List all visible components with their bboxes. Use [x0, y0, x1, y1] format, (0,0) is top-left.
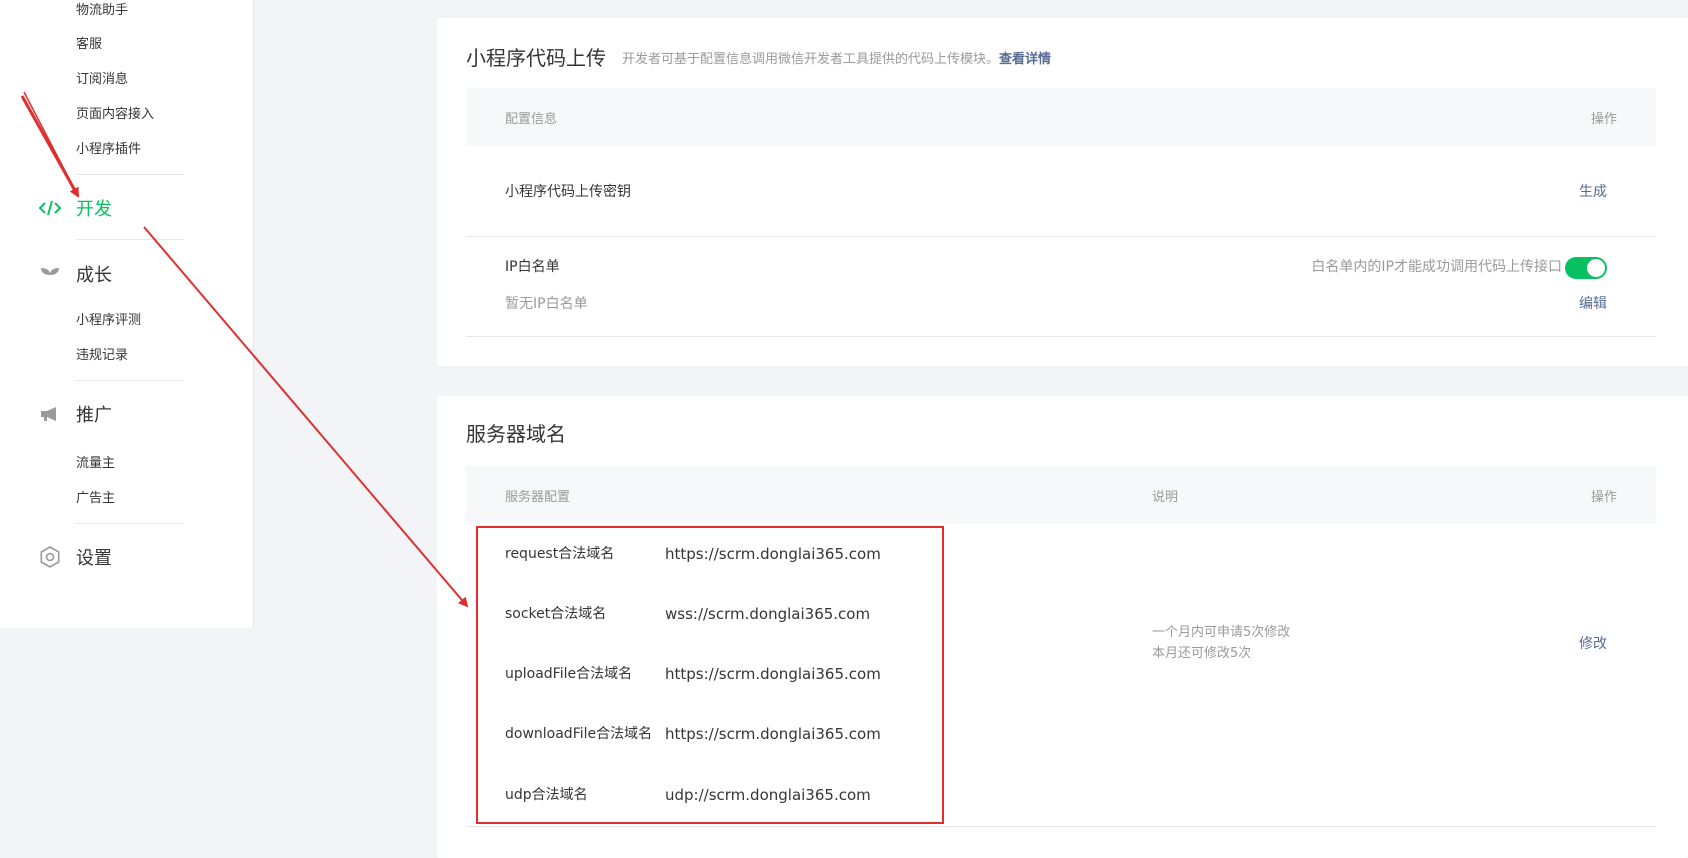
header-action: 操作 — [1590, 112, 1617, 127]
sidebar-section-develop[interactable]: 开发 — [38, 195, 112, 221]
sidebar-item-traffic-owner[interactable]: 流量主 — [76, 455, 115, 473]
header-action: 操作 — [1590, 490, 1617, 505]
row-divider — [466, 236, 1656, 237]
generate-secret-button[interactable]: 生成 — [1579, 183, 1607, 201]
sidebar-item-violation-record[interactable]: 违规记录 — [76, 347, 128, 365]
edit-ip-whitelist-button[interactable]: 编辑 — [1579, 295, 1607, 313]
annotation-highlight-box — [476, 526, 944, 824]
sidebar-item-advertiser[interactable]: 广告主 — [76, 490, 115, 508]
row-divider — [466, 826, 1656, 827]
sidebar-section-settings[interactable]: 设置 — [38, 544, 112, 570]
sidebar-nav: 物流助手 客服 订阅消息 页面内容接入 小程序插件 开发 成长 小程序评测 违规… — [0, 0, 254, 628]
sidebar-item-subscribe-message[interactable]: 订阅消息 — [76, 71, 128, 89]
toggle-knob — [1587, 259, 1605, 277]
code-upload-desc: 开发者可基于配置信息调用微信开发者工具提供的代码上传模块。查看详情 — [622, 48, 1051, 67]
code-upload-desc-text: 开发者可基于配置信息调用微信开发者工具提供的代码上传模块。 — [622, 52, 1000, 67]
sidebar-divider — [76, 380, 184, 381]
sidebar-divider — [76, 523, 184, 524]
upload-secret-label: 小程序代码上传密钥 — [505, 184, 631, 200]
ip-whitelist-empty: 暂无IP白名单 — [505, 296, 588, 312]
server-domain-title: 服务器域名 — [466, 422, 566, 446]
sprout-icon — [38, 262, 62, 286]
code-icon — [38, 196, 62, 220]
sidebar-section-label: 成长 — [76, 265, 112, 286]
sidebar-divider — [76, 174, 184, 175]
sidebar-item-customer-service[interactable]: 客服 — [76, 36, 102, 54]
domain-table-header: 服务器配置 说明 操作 — [466, 466, 1656, 524]
sidebar-item-page-content[interactable]: 页面内容接入 — [76, 106, 154, 124]
header-server-config: 服务器配置 — [505, 490, 571, 505]
sidebar-section-label: 开发 — [76, 199, 112, 220]
sidebar-section-growth[interactable]: 成长 — [38, 261, 112, 287]
code-upload-card: 小程序代码上传 开发者可基于配置信息调用微信开发者工具提供的代码上传模块。查看详… — [437, 18, 1688, 366]
sidebar-item-plugins[interactable]: 小程序插件 — [76, 141, 141, 159]
megaphone-icon — [38, 402, 62, 426]
ip-whitelist-label: IP白名单 — [505, 259, 560, 275]
modify-remaining-note: 本月还可修改5次 — [1152, 646, 1252, 661]
modify-limit-note: 一个月内可申请5次修改 — [1152, 625, 1291, 640]
modify-domain-button[interactable]: 修改 — [1579, 635, 1607, 653]
sidebar-divider — [76, 239, 184, 240]
ip-whitelist-hint: 白名单内的IP才能成功调用代码上传接口 — [1311, 259, 1562, 275]
code-upload-title: 小程序代码上传 — [466, 46, 606, 70]
sidebar-item-logistics[interactable]: 物流助手 — [76, 2, 128, 20]
ip-whitelist-toggle[interactable] — [1565, 257, 1607, 279]
header-config-info: 配置信息 — [505, 112, 558, 127]
config-table-header: 配置信息 操作 — [466, 88, 1656, 146]
sidebar-section-label: 推广 — [76, 405, 112, 426]
sidebar-item-evaluation[interactable]: 小程序评测 — [76, 312, 141, 330]
gear-icon — [38, 545, 62, 569]
view-details-link[interactable]: 查看详情 — [999, 52, 1051, 67]
sidebar-section-label: 设置 — [76, 548, 112, 569]
sidebar-section-promotion[interactable]: 推广 — [38, 401, 112, 427]
header-description: 说明 — [1152, 490, 1179, 505]
row-divider — [466, 336, 1656, 337]
